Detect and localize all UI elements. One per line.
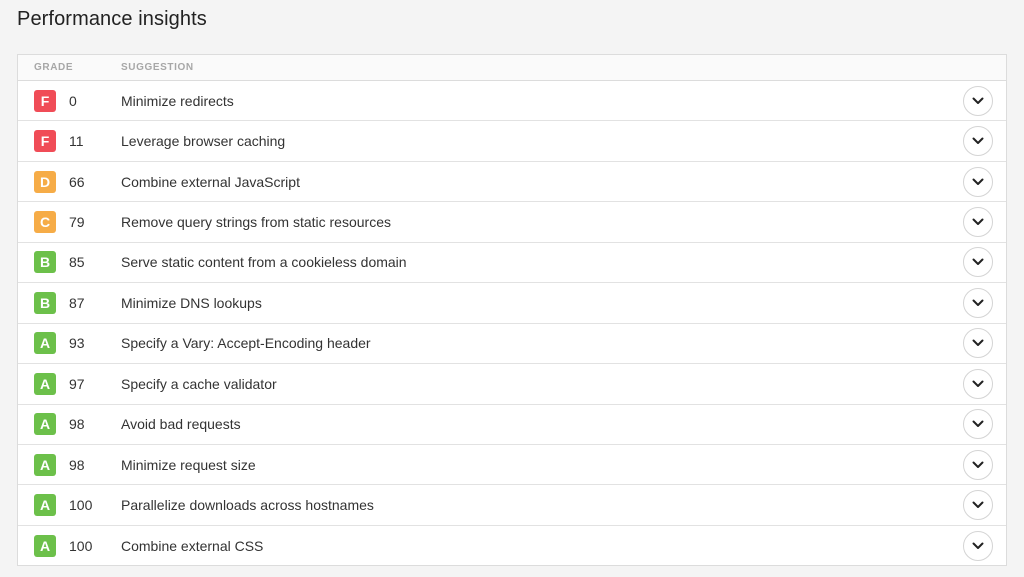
grade-badge: C: [34, 211, 56, 234]
table-row[interactable]: B 87 Minimize DNS lookups: [18, 283, 1006, 324]
grade-cell: D 66: [18, 170, 121, 193]
grade-cell: F0: [18, 89, 121, 112]
grade-cell: A 100: [18, 494, 121, 517]
grade-cell: A 98: [18, 413, 121, 436]
grade-cell: C 79: [18, 211, 121, 234]
table-row[interactable]: F 11 Leverage browser caching: [18, 121, 1006, 162]
grade-badge: A: [34, 535, 56, 558]
grade-cell: A 97: [18, 372, 121, 395]
table-row[interactable]: B 85 Serve static content from a cookieles…: [18, 243, 1006, 284]
grade-cell: F 11: [18, 130, 121, 153]
table-row[interactable]: A 93 Specify a Vary: Accept-Encoding heade…: [18, 324, 1006, 365]
grade-badge: A: [34, 372, 56, 395]
table-row[interactable]: A 100 Parallelize downloads across hostnam…: [18, 485, 1006, 526]
page-title: Performance insights: [17, 8, 207, 30]
suggestion-text: Minimize DNS lookups: [121, 294, 262, 311]
chevron-down-icon: [972, 380, 984, 387]
chevron-down-icon: [972, 420, 984, 428]
expand-button[interactable]: [963, 531, 993, 562]
table-row[interactable]: A 100 Combine external CSS: [18, 526, 1006, 566]
table-body: F 0 Minimize redirects F 11 Leverage browser …: [18, 81, 1006, 566]
chevron-down-icon: [972, 137, 984, 145]
table-row[interactable]: A 98 Minimize request size: [18, 445, 1006, 486]
score-value: 97: [69, 375, 85, 392]
expand-button[interactable]: [963, 368, 993, 399]
grade-badge: A: [34, 453, 56, 476]
expand-button[interactable]: [963, 247, 993, 278]
expand-button[interactable]: [963, 328, 993, 359]
grade-badge: A: [34, 494, 56, 517]
chevron-down-icon: [972, 542, 984, 550]
suggestion-text: Avoid bad requests: [121, 416, 241, 433]
chevron-down-icon: [972, 258, 984, 266]
grade-cell: B 85: [18, 251, 121, 274]
score-value: 98: [69, 416, 85, 433]
score-value: 100: [69, 538, 93, 555]
expand-button[interactable]: [963, 449, 993, 480]
grade-badge: B: [34, 291, 56, 314]
score-value: 79: [69, 214, 85, 231]
score-value: 11: [69, 133, 84, 150]
score-value: 93: [69, 335, 85, 352]
suggestion-text: Combine external JavaScript: [121, 173, 300, 190]
table-header: GRADE SUGGESTION: [18, 55, 1006, 81]
suggestion-text: Specify a Vary: Accept-Encoding header: [121, 335, 371, 352]
insights-table: GRADE SUGGESTION F 0 Minimize redirects F 11…: [17, 54, 1007, 566]
expand-button[interactable]: [963, 85, 993, 116]
chevron-down-icon: [972, 178, 984, 185]
chevron-down-icon: [972, 461, 984, 468]
suggestion-text: Combine external CSS: [121, 538, 264, 555]
chevron-down-icon: [972, 299, 984, 306]
score-value: 0: [69, 92, 77, 109]
grade-cell: B 87: [18, 291, 121, 314]
expand-button[interactable]: [963, 207, 993, 238]
score-value: 85: [69, 254, 85, 271]
grade-badge: A: [34, 413, 56, 436]
chevron-down-icon: [972, 501, 984, 509]
chevron-down-icon: [972, 97, 984, 104]
grade-cell: A 100: [18, 535, 121, 558]
suggestion-text: Minimize request size: [121, 456, 256, 473]
expand-button[interactable]: [963, 166, 993, 197]
grade-cell: A 98: [18, 453, 121, 476]
grade-badge: F: [34, 130, 56, 153]
suggestion-text: Leverage browser caching: [121, 133, 286, 150]
score-value: 100: [69, 497, 93, 514]
suggestion-text: Serve static content from a cookieless d…: [121, 254, 407, 271]
grade-column-header: GRADE: [34, 62, 74, 73]
suggestion-text: Remove query strings from static resourc…: [121, 214, 391, 231]
expand-button[interactable]: [963, 287, 993, 318]
expand-button[interactable]: [963, 409, 993, 440]
grade-badge: D: [34, 170, 56, 193]
suggestion-text: Minimize redirects: [121, 92, 234, 109]
grade-cell: A 93: [18, 332, 121, 355]
score-value: 87: [69, 294, 85, 311]
score-value: 66: [69, 173, 85, 190]
suggestion-column-header: SUGGESTION: [121, 62, 194, 73]
suggestion-text: Specify a cache validator: [121, 375, 277, 392]
table-row[interactable]: A 97 Specify a cache validator: [18, 364, 1006, 405]
expand-button[interactable]: [963, 490, 993, 521]
grade-badge: F: [34, 89, 56, 112]
table-row[interactable]: C 79 Remove query strings from static reso…: [18, 202, 1006, 243]
table-row[interactable]: F 0 Minimize redirects: [18, 81, 1006, 122]
grade-badge: A: [34, 332, 56, 355]
chevron-down-icon: [972, 339, 984, 347]
grade-badge: B: [34, 251, 56, 274]
chevron-down-icon: [972, 218, 984, 226]
table-row[interactable]: D 66 Combine external JavaScript: [18, 162, 1006, 203]
score-value: 98: [69, 456, 85, 473]
expand-button[interactable]: [963, 126, 993, 157]
table-row[interactable]: A 98 Avoid bad requests: [18, 405, 1006, 445]
suggestion-text: Parallelize downloads across hostnames: [121, 497, 374, 514]
